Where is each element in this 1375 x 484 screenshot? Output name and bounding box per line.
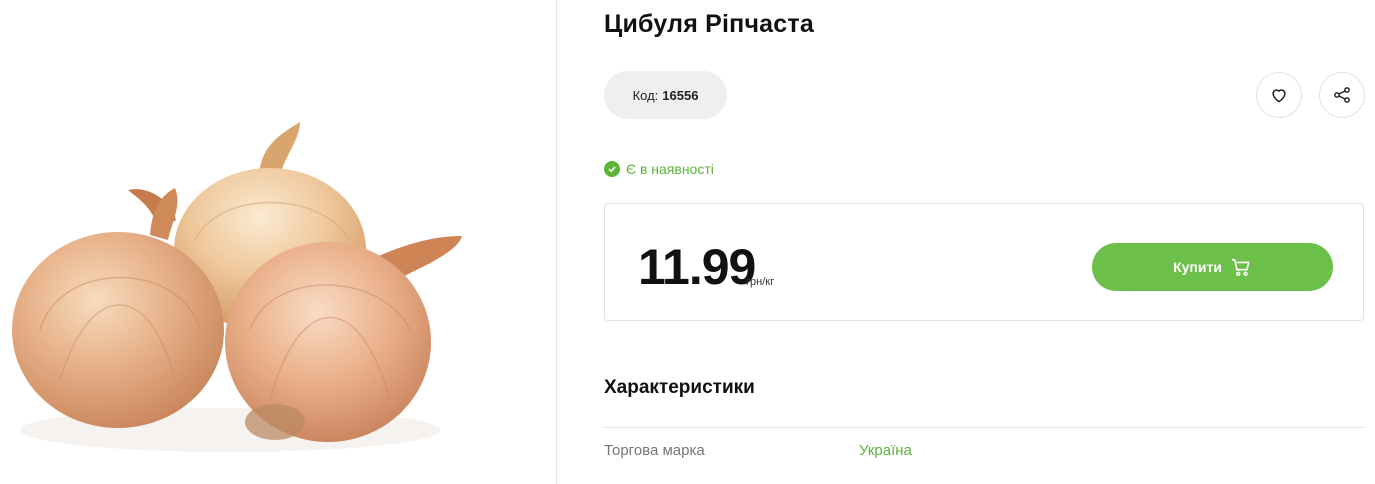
share-button[interactable] (1319, 72, 1365, 118)
heart-icon (1272, 89, 1286, 103)
cart-icon (1231, 258, 1250, 276)
product-image[interactable] (0, 0, 556, 484)
availability-text: Є в наявності (626, 161, 714, 177)
product-code-label: Код: (632, 87, 659, 103)
favorite-button[interactable] (1256, 72, 1302, 118)
product-title: Цибуля Ріпчаста (604, 10, 814, 38)
divider (604, 427, 1366, 428)
product-info: Цибуля Ріпчаста Код: 16556 Є в наявності… (604, 0, 1366, 484)
spec-value-brand-link[interactable]: Україна (859, 442, 912, 459)
share-icon (1334, 87, 1350, 103)
price-panel: 11.99 грн/кг Купити (604, 203, 1364, 321)
product-image-panel[interactable] (0, 0, 557, 484)
price-value: 11.99 (638, 239, 756, 295)
buy-button[interactable]: Купити (1092, 243, 1333, 291)
buy-button-label: Купити (1173, 259, 1222, 275)
check-circle-icon (604, 161, 620, 177)
availability-status: Є в наявності (604, 161, 714, 177)
spec-label-brand: Торгова марка (604, 442, 705, 459)
characteristics-heading: Характеристики (604, 377, 755, 398)
product-code-badge: Код: 16556 (604, 71, 727, 119)
price-unit: грн/кг (746, 276, 775, 288)
product-code-value: 16556 (662, 87, 699, 103)
